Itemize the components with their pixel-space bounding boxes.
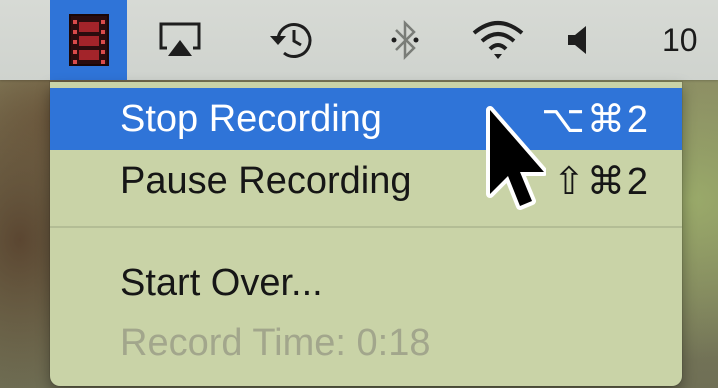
menu-bar: 10 [0,0,718,80]
menu-item-label: Pause Recording [120,159,412,202]
time-machine-icon[interactable] [262,0,322,80]
menu-bar-clock[interactable]: 10 [662,0,718,80]
recording-dropdown-menu: Stop Recording ⌥⌘2 Pause Recording ⇧⌘2 S… [50,82,682,386]
menu-item-label: Record Time: 0:18 [120,321,431,364]
arrow-cursor-icon [486,106,546,210]
menu-item-pause-recording[interactable]: Pause Recording ⇧⌘2 [50,150,682,212]
airplay-icon[interactable] [150,0,210,80]
menu-separator [50,226,682,228]
volume-icon[interactable] [560,0,600,80]
menu-item-shortcut: ⇧⌘2 [553,160,650,203]
recording-app-menu-extra[interactable] [50,0,127,80]
wifi-icon[interactable] [466,0,530,80]
bluetooth-icon[interactable] [380,0,430,80]
menu-item-label: Start Over... [120,261,323,304]
menu-item-record-time: Record Time: 0:18 [50,312,682,374]
film-strip-icon [68,14,109,66]
menu-item-stop-recording[interactable]: Stop Recording ⌥⌘2 [50,88,682,150]
menu-item-start-over[interactable]: Start Over... [50,252,682,314]
menu-item-label: Stop Recording [120,97,382,140]
menu-item-shortcut: ⌥⌘2 [541,98,650,141]
